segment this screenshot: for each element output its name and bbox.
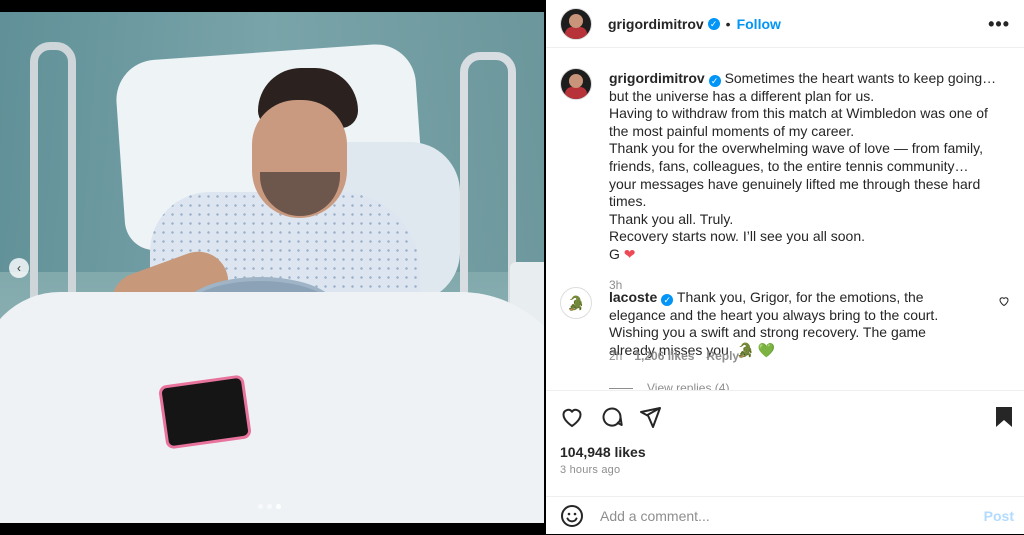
- view-replies-button[interactable]: View replies (4): [609, 381, 729, 390]
- comment-input[interactable]: [598, 507, 962, 525]
- author-username[interactable]: grigordimitrov: [608, 16, 704, 32]
- verified-badge-icon: ✓: [707, 17, 720, 30]
- comment-composer: Post: [546, 496, 1024, 535]
- heart-emoji: ❤: [623, 245, 636, 262]
- comment-meta: 2h 1,206 likes Reply: [609, 349, 739, 363]
- follow-button[interactable]: Follow: [737, 16, 781, 32]
- post-photo: [0, 12, 544, 523]
- previous-slide-button[interactable]: ‹: [9, 258, 29, 278]
- caption-line: Having to withdraw from this match at Wi…: [609, 105, 988, 139]
- avatar[interactable]: [560, 7, 592, 40]
- reply-button[interactable]: Reply: [706, 349, 739, 363]
- comment-time[interactable]: 2h: [609, 349, 622, 363]
- caption-line: Thank you all. Truly.: [609, 210, 734, 227]
- emoji-icon[interactable]: [560, 504, 584, 528]
- more-options-icon[interactable]: •••: [988, 14, 1010, 35]
- post-time[interactable]: 3 hours ago: [560, 464, 620, 476]
- verified-badge-icon: ✓: [661, 294, 674, 306]
- caption-author[interactable]: grigordimitrov: [609, 70, 705, 86]
- avatar[interactable]: [560, 68, 592, 100]
- post-media: ‹: [0, 0, 546, 534]
- like-icon[interactable]: [560, 405, 584, 429]
- caption-line: G: [609, 245, 620, 262]
- comment-likes[interactable]: 1,206 likes: [634, 349, 694, 363]
- post-comment-button[interactable]: Post: [984, 508, 1014, 524]
- bookmark-icon[interactable]: [992, 405, 1016, 429]
- likes-count[interactable]: 104,948 likes: [560, 444, 646, 460]
- chevron-left-icon: ‹: [17, 261, 21, 275]
- comment-like-icon[interactable]: [998, 295, 1010, 310]
- comment-emoji: 🐊 💚: [736, 341, 776, 358]
- carousel-dot: [258, 504, 263, 509]
- lacoste-logo-icon[interactable]: 🐊: [560, 287, 592, 319]
- comments-section: grigordimitrov ✓ Sometimes the heart want…: [546, 48, 1024, 390]
- carousel-indicator: [258, 504, 281, 509]
- carousel-dot: [267, 504, 272, 509]
- post-header: grigordimitrov ✓ • Follow •••: [546, 0, 1024, 48]
- verified-badge-icon: ✓: [708, 75, 721, 87]
- carousel-dot-active: [276, 504, 281, 509]
- caption-line: Thank you for the overwhelming wave of l…: [609, 140, 984, 210]
- caption-line: Recovery starts now. I’ll see you all so…: [609, 228, 866, 245]
- caption-text: grigordimitrov ✓ Sometimes the heart want…: [609, 70, 999, 264]
- post-actions: [546, 390, 1024, 441]
- separator: •: [725, 15, 731, 32]
- view-replies-label: View replies (4): [647, 381, 730, 390]
- comment-author[interactable]: lacoste: [609, 289, 657, 305]
- post-side-panel: grigordimitrov ✓ • Follow ••• grigordimi…: [546, 0, 1024, 534]
- share-icon[interactable]: [638, 405, 662, 429]
- comment-icon[interactable]: [600, 405, 624, 429]
